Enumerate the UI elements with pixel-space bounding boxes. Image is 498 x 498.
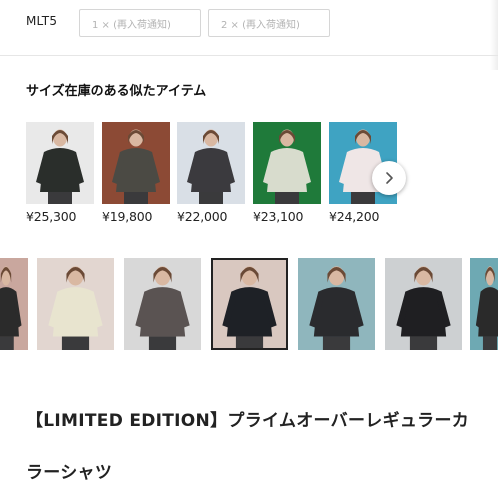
- carousel-next-button[interactable]: [372, 161, 406, 195]
- product-thumbnail[interactable]: [124, 258, 201, 350]
- product-thumbnail[interactable]: [298, 258, 375, 350]
- size-code: MLT5: [26, 14, 58, 28]
- similar-item[interactable]: ¥23,100: [253, 122, 321, 224]
- size-selector-row: MLT5 1 × (再入荷通知) 2 × (再入荷通知): [0, 0, 498, 48]
- similar-item-price: ¥22,000: [177, 209, 228, 224]
- product-photo-pattern-shirt[interactable]: [177, 122, 245, 204]
- product-thumbnail[interactable]: [37, 258, 114, 350]
- similar-item[interactable]: ¥19,800: [102, 122, 170, 224]
- product-thumbnail-selected[interactable]: [211, 258, 288, 350]
- section-divider: [0, 55, 498, 56]
- product-photo-grey-shirt[interactable]: [102, 122, 170, 204]
- similar-items-heading: サイズ在庫のある似たアイテム: [26, 84, 207, 99]
- product-thumbnail[interactable]: [0, 258, 28, 350]
- similar-item-price: ¥19,800: [102, 209, 153, 224]
- product-title: 【LIMITED EDITION】プライムオーバーレギュラーカラーシャツ: [26, 411, 470, 483]
- size-option-1-restock-button[interactable]: 1 × (再入荷通知): [79, 9, 201, 37]
- similar-item[interactable]: ¥25,300: [26, 122, 94, 224]
- size-option-2-restock-button[interactable]: 2 × (再入荷通知): [208, 9, 330, 37]
- product-image-thumbnails: [0, 258, 498, 350]
- product-thumbnail[interactable]: [385, 258, 462, 350]
- similar-item[interactable]: ¥22,000: [177, 122, 245, 224]
- chevron-right-icon: [386, 172, 393, 184]
- similar-item-price: ¥25,300: [26, 209, 77, 224]
- similar-item-price: ¥24,200: [329, 209, 380, 224]
- product-photo-floral-shirt[interactable]: [253, 122, 321, 204]
- scroll-fade-edge: [490, 0, 498, 70]
- similar-item-price: ¥23,100: [253, 209, 304, 224]
- product-thumbnail[interactable]: [470, 258, 498, 350]
- product-photo-black-shirt[interactable]: [26, 122, 94, 204]
